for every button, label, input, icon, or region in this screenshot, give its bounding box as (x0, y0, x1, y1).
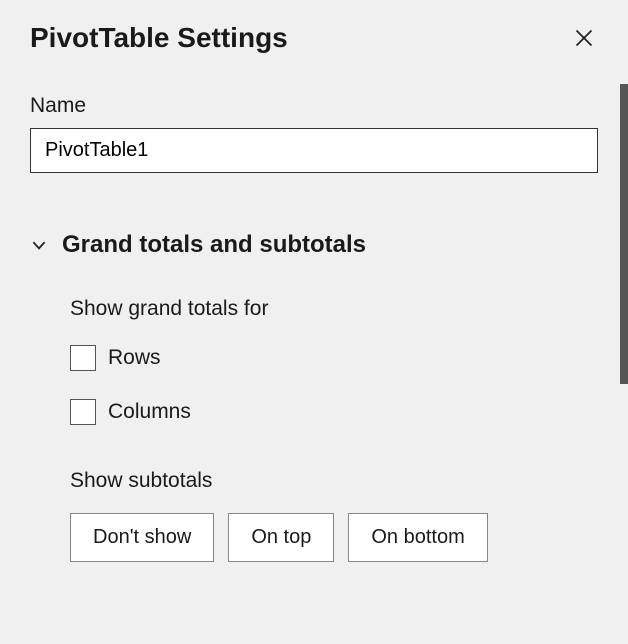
grand-totals-section: Grand totals and subtotals Show grand to… (30, 231, 598, 562)
panel-title: PivotTable Settings (30, 22, 288, 54)
panel-header: PivotTable Settings (30, 22, 598, 54)
close-button[interactable] (570, 24, 598, 52)
section-title: Grand totals and subtotals (62, 231, 366, 259)
pivottable-settings-panel: PivotTable Settings Name Grand totals an… (0, 0, 628, 644)
section-body: Show grand totals for Rows Columns Show … (30, 297, 598, 562)
columns-checkbox-row: Columns (70, 399, 598, 425)
rows-checkbox[interactable] (70, 345, 96, 371)
rows-checkbox-row: Rows (70, 345, 598, 371)
section-toggle[interactable]: Grand totals and subtotals (30, 231, 598, 259)
name-input[interactable] (30, 128, 598, 173)
subtotals-on-bottom-button[interactable]: On bottom (348, 513, 487, 562)
columns-checkbox[interactable] (70, 399, 96, 425)
name-label: Name (30, 94, 598, 118)
chevron-down-icon (30, 236, 48, 254)
subtotals-heading: Show subtotals (70, 469, 598, 493)
scrollbar[interactable] (620, 84, 628, 384)
grand-totals-heading: Show grand totals for (70, 297, 598, 321)
rows-checkbox-label: Rows (108, 346, 161, 370)
columns-checkbox-label: Columns (108, 400, 191, 424)
subtotals-button-row: Don't show On top On bottom (70, 513, 598, 562)
subtotals-on-top-button[interactable]: On top (228, 513, 334, 562)
subtotals-dont-show-button[interactable]: Don't show (70, 513, 214, 562)
close-icon (574, 28, 594, 48)
